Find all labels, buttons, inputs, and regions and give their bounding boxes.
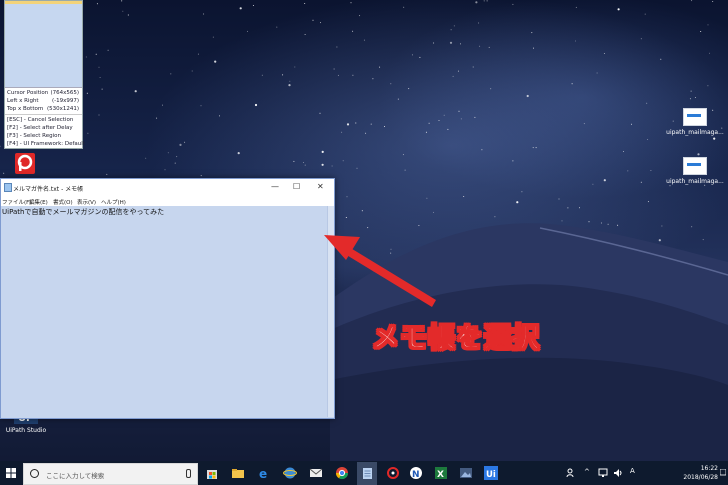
svg-text:X: X (437, 470, 444, 480)
windows-start-icon[interactable] (6, 468, 16, 478)
annotation-arrow (324, 235, 436, 307)
taskbar-clock[interactable]: 16:22 2018/06/28 (683, 464, 718, 482)
volume-icon[interactable] (613, 468, 623, 478)
internet-icon[interactable] (283, 466, 297, 480)
explorer-icon[interactable] (231, 466, 245, 480)
taskbar-search-box[interactable]: ここに入力して検索 (23, 463, 198, 485)
edge-icon[interactable]: e (257, 466, 271, 480)
people-icon[interactable] (566, 468, 576, 478)
notification-icon[interactable] (720, 469, 726, 477)
cortana-icon (30, 469, 39, 478)
microphone-icon[interactable] (186, 469, 191, 478)
excel-icon[interactable]: X (434, 466, 448, 480)
tray-chevron-up-icon[interactable]: ^ (584, 468, 590, 476)
record-icon[interactable] (386, 466, 400, 480)
search-placeholder: ここに入力して検索 (46, 472, 105, 480)
uipath-icon[interactable]: Ui (484, 466, 498, 480)
store-icon[interactable] (205, 466, 219, 480)
desktop: Cursor Position (764x565) Left x Right (… (0, 0, 728, 485)
clock-date: 2018/06/28 (683, 474, 718, 481)
system-tray: ^ A 16:22 2018/06/28 (558, 461, 728, 485)
network-icon[interactable] (598, 468, 608, 478)
clock-time: 16:22 (700, 465, 718, 472)
svg-text:N: N (412, 470, 420, 480)
svg-text:Ui: Ui (486, 470, 496, 480)
taskbar: ここに入力して検索 e N X Ui ^ A 16:22 2018/06/28 (0, 461, 728, 485)
annotation-callout: メモ帳を選択 (372, 323, 540, 355)
svg-text:e: e (259, 467, 267, 480)
vnc-icon[interactable]: N (409, 466, 423, 480)
photos-icon[interactable] (459, 466, 473, 480)
notepad-icon[interactable] (360, 466, 374, 480)
ime-indicator-icon[interactable]: A (630, 467, 635, 475)
mail-icon[interactable] (309, 466, 323, 480)
chrome-icon[interactable] (335, 466, 349, 480)
